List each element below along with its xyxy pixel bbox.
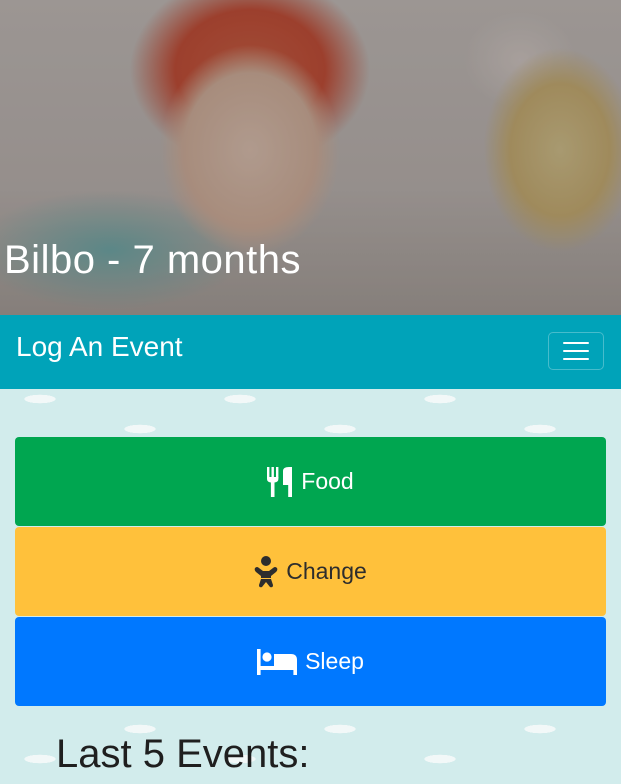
change-button-label: Change: [286, 558, 367, 584]
bed-icon: [257, 648, 298, 675]
utensils-icon: [267, 466, 293, 497]
last-events-heading: Last 5 Events:: [56, 732, 310, 776]
baby-icon: [254, 555, 278, 587]
navbar-brand[interactable]: Log An Event: [16, 331, 183, 363]
food-button[interactable]: Food: [15, 437, 606, 526]
hero-banner: Bilbo - 7 months: [0, 0, 621, 315]
navbar-toggler-button[interactable]: [548, 332, 604, 370]
sleep-button[interactable]: Sleep: [15, 617, 606, 706]
food-button-label: Food: [301, 468, 354, 494]
hamburger-icon-line: [563, 342, 589, 344]
hamburger-icon-line: [563, 350, 589, 352]
hero-title: Bilbo - 7 months: [4, 238, 302, 282]
change-button[interactable]: Change: [15, 527, 606, 616]
hamburger-icon-line: [563, 358, 589, 360]
sleep-button-label: Sleep: [305, 648, 364, 674]
